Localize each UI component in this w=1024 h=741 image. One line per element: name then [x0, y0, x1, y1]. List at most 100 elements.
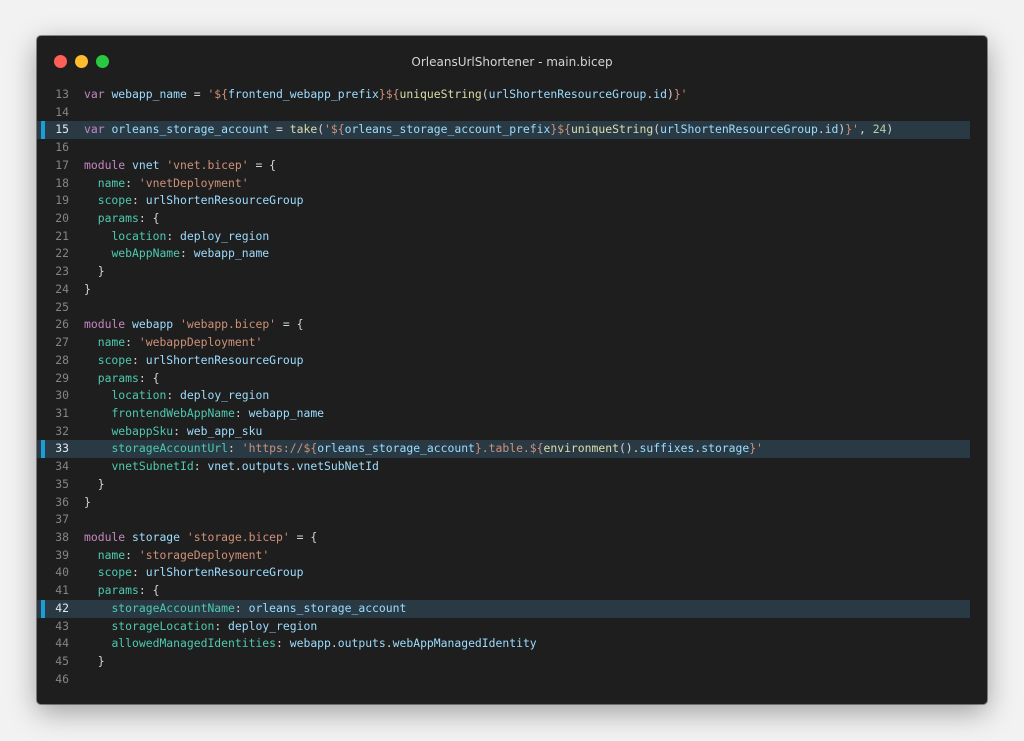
code-token: params — [97, 370, 139, 385]
code-token: 'https://${ — [241, 441, 318, 456]
line-code: webappSku: web_app_sku — [84, 423, 262, 441]
code-line[interactable]: 29 params: { — [37, 370, 987, 388]
code-token: deploy_region — [180, 388, 270, 403]
code-line[interactable]: 22 webAppName: webapp_name — [37, 245, 987, 263]
code-token: 'storageDeployment' — [138, 547, 270, 562]
line-number: 42 — [55, 600, 69, 615]
line-number: 21 — [55, 228, 69, 243]
code-line[interactable]: 25 — [37, 299, 987, 317]
code-token: : — [125, 175, 139, 190]
code-token: 'webapp.bicep' — [180, 317, 277, 332]
code-token: allowedManagedIdentities — [111, 636, 277, 651]
code-line[interactable]: 14 — [37, 104, 987, 122]
code-token: : — [214, 618, 229, 633]
code-line[interactable]: 19 scope: urlShortenResourceGroup — [37, 192, 987, 210]
code-token: outputs — [241, 459, 290, 474]
code-token: webappSku — [111, 423, 174, 438]
code-token: webapp_name — [193, 246, 270, 261]
code-line[interactable]: 37 — [37, 511, 987, 529]
code-token: . — [385, 636, 393, 651]
code-line[interactable]: 30 location: deploy_region — [37, 387, 987, 405]
code-line[interactable]: 43 storageLocation: deploy_region — [37, 618, 987, 636]
code-line[interactable]: 21 location: deploy_region — [37, 228, 987, 246]
line-code: storageAccountUrl: 'https://${orleans_st… — [84, 440, 763, 458]
code-line[interactable]: 46 — [37, 671, 987, 689]
code-line[interactable]: 17 module vnet 'vnet.bicep' = { — [37, 157, 987, 175]
code-token: : { — [138, 370, 160, 385]
code-token: var — [84, 122, 105, 137]
code-token: 'vnet.bicep' — [166, 157, 249, 172]
code-token: ) — [666, 87, 674, 101]
code-line[interactable]: 24} — [37, 281, 987, 299]
code-line[interactable]: 40 scope: urlShortenResourceGroup — [37, 564, 987, 582]
code-token: scope — [97, 193, 133, 208]
code-line[interactable]: 31 frontendWebAppName: webapp_name — [37, 405, 987, 423]
code-line[interactable]: 38 module storage 'storage.bicep' = { — [37, 529, 987, 547]
code-token: scope — [97, 565, 133, 580]
code-token: '${ — [324, 122, 345, 137]
code-editor[interactable]: 13 var webapp_name = '${frontend_webapp_p… — [37, 86, 987, 688]
code-line[interactable]: 27 name: 'webappDeployment' — [37, 334, 987, 352]
code-line[interactable]: 20 params: { — [37, 210, 987, 228]
line-code: location: deploy_region — [84, 228, 269, 246]
line-code: var orleans_storage_account = take('${or… — [84, 121, 893, 139]
line-code: name: 'storageDeployment' — [84, 547, 269, 565]
code-token: urlShortenResourceGroup — [660, 122, 818, 137]
code-token: urlShortenResourceGroup — [488, 87, 647, 101]
code-line[interactable]: 34 vnetSubnetId: vnet.outputs.vnetSubNet… — [37, 458, 987, 476]
code-token: scope — [97, 352, 133, 367]
line-code: } — [84, 653, 105, 671]
line-number: 23 — [55, 264, 69, 279]
code-token: } — [84, 654, 105, 668]
line-code: params: { — [84, 370, 160, 388]
code-line[interactable]: 13 var webapp_name = '${frontend_webapp_p… — [37, 86, 987, 104]
code-token: = { — [289, 529, 318, 544]
code-line[interactable]: 26 module webapp 'webapp.bicep' = { — [37, 316, 987, 334]
line-code: module storage 'storage.bicep' = { — [84, 529, 317, 547]
code-token: environment — [543, 441, 619, 456]
code-token: storageLocation — [111, 618, 215, 633]
line-code: location: deploy_region — [84, 387, 269, 405]
code-token: (). — [618, 441, 640, 456]
code-line[interactable]: 35 } — [37, 476, 987, 494]
code-token: : — [132, 565, 146, 580]
line-number: 31 — [55, 405, 69, 420]
code-token: vnet — [207, 459, 235, 474]
line-code: params: { — [84, 582, 160, 600]
code-line[interactable]: 44 allowedManagedIdentities: webapp.outp… — [37, 635, 987, 653]
code-token: 'webappDeployment' — [138, 335, 263, 350]
code-line[interactable]: 18 name: 'vnetDeployment' — [37, 175, 987, 193]
code-line[interactable]: 28 scope: urlShortenResourceGroup — [37, 352, 987, 370]
code-token: } — [84, 264, 105, 279]
code-token: urlShortenResourceGroup — [145, 352, 304, 367]
code-line[interactable]: 41 params: { — [37, 582, 987, 600]
line-number: 14 — [55, 104, 69, 119]
code-line[interactable]: 45 } — [37, 653, 987, 671]
code-line[interactable]: 36} — [37, 494, 987, 512]
code-line[interactable]: 15 var orleans_storage_account = take('${… — [37, 121, 970, 140]
line-number: 41 — [55, 583, 69, 598]
code-line[interactable]: 16 — [37, 139, 987, 157]
line-number: 28 — [55, 352, 69, 367]
code-line[interactable]: 23 } — [37, 263, 987, 281]
code-token: storageAccountUrl — [111, 441, 229, 456]
code-token: : — [132, 352, 146, 367]
code-token: suffixes — [639, 441, 695, 456]
editor-window: OrleansUrlShortener - main.bicep 13 var w… — [37, 36, 987, 704]
code-token: name — [97, 175, 126, 190]
code-line[interactable]: 32 webappSku: web_app_sku — [37, 423, 987, 441]
window-title: OrleansUrlShortener - main.bicep — [411, 55, 613, 69]
code-token: urlShortenResourceGroup — [145, 193, 304, 208]
code-line[interactable]: 39 name: 'storageDeployment' — [37, 547, 987, 565]
code-line[interactable]: 42 storageAccountName: orleans_storage_a… — [37, 599, 970, 618]
code-token: }' — [845, 122, 859, 137]
code-line[interactable]: 33 storageAccountUrl: 'https://${orleans… — [37, 440, 970, 459]
code-token: }' — [749, 441, 763, 456]
code-token: storage — [701, 441, 750, 456]
